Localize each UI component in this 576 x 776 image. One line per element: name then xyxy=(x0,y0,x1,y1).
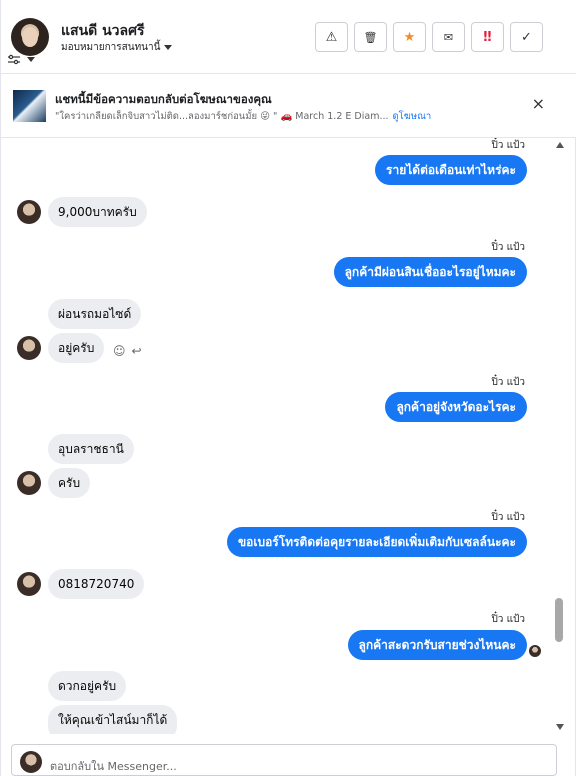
star-icon: ★ xyxy=(403,29,416,45)
priority-button[interactable]: ‼ xyxy=(471,22,504,52)
conversation-header: แสนดี นวลศรี มอบหมายการสนทนานี้ ⚠ 🗑 ★ ✉ … xyxy=(1,0,576,74)
ad-reply-banner: แชทนี้มีข้อความตอบกลับต่อโฆษณาของคุณ "ใค… xyxy=(1,74,576,138)
avatar[interactable] xyxy=(17,200,41,224)
view-ad-link[interactable]: ดูโฆษณา xyxy=(393,111,432,122)
scroll-down-icon[interactable] xyxy=(556,724,564,730)
warning-button[interactable]: ⚠ xyxy=(315,22,348,52)
conversation-panel: แสนดี นวลศรี มอบหมายการสนทนานี้ ⚠ 🗑 ★ ✉ … xyxy=(0,0,576,776)
assign-label: มอบหมายการสนทนานี้ xyxy=(61,42,161,53)
priority-icon: ‼ xyxy=(483,29,492,45)
avatar xyxy=(20,751,42,773)
sender-name: ปิ๋ว แป้ว xyxy=(491,140,525,151)
incoming-message[interactable]: ให้คุณเข้าไสน์มาก็ได้ xyxy=(48,705,178,734)
incoming-message[interactable]: 9,000บาทครับ xyxy=(48,197,147,227)
chevron-down-icon xyxy=(164,45,173,50)
mark-done-button[interactable]: ✓ xyxy=(510,22,543,52)
star-button[interactable]: ★ xyxy=(393,22,426,52)
contact-avatar[interactable] xyxy=(11,18,49,56)
message-thread: ปิ๋ว แป้ว รายได้ต่อเดือนเท่าไหร่คะ 9,000… xyxy=(1,138,567,734)
trash-icon: 🗑 xyxy=(363,30,378,44)
reply-input-placeholder[interactable]: ตอบกลับใน Messenger... xyxy=(50,757,177,775)
incoming-message[interactable]: อุบลราชธานี xyxy=(48,434,134,464)
close-icon[interactable]: × xyxy=(532,96,545,112)
outgoing-message[interactable]: รายได้ต่อเดือนเท่าไหร่คะ xyxy=(375,155,527,185)
header-actions: ⚠ 🗑 ★ ✉ ‼ ✓ xyxy=(315,22,543,52)
chevron-down-icon[interactable] xyxy=(27,57,35,62)
incoming-message[interactable]: 0818720740 xyxy=(48,569,145,599)
incoming-message[interactable]: ครับ xyxy=(48,468,91,498)
outgoing-message[interactable]: ลูกค้ามีผ่อนสินเชื่ออะไรอยู่ไหมคะ xyxy=(333,257,527,287)
outgoing-message[interactable]: ลูกค้าสะดวกรับสายช่วงไหนคะ xyxy=(347,630,527,660)
outgoing-message[interactable]: ลูกค้าอยู่จังหวัดอะไรคะ xyxy=(385,392,527,422)
sender-name: ปิ๋ว แป้ว xyxy=(491,377,525,388)
outgoing-message[interactable]: ขอเบอร์โทรติดต่อคุยรายละเอียดเพิ่มเติมกั… xyxy=(226,527,527,557)
avatar[interactable] xyxy=(17,471,41,495)
banner-title: แชทนี้มีข้อความตอบกลับต่อโฆษณาของคุณ xyxy=(55,92,272,106)
seen-avatar xyxy=(529,645,541,657)
incoming-message[interactable]: ดวกอยู่ครับ xyxy=(48,671,127,701)
incoming-message[interactable]: อยู่ครับ xyxy=(48,333,105,363)
ad-thumbnail[interactable] xyxy=(13,90,46,122)
reply-composer[interactable]: ตอบกลับใน Messenger... xyxy=(11,744,557,776)
ad-snippet-text: "ใครว่าเกลียดเล็กจิบสาวไม่ติด...ลองมาร์ช… xyxy=(55,111,389,122)
warning-icon: ⚠ xyxy=(325,29,338,45)
check-icon: ✓ xyxy=(521,29,532,45)
emoji-react-icon[interactable]: ☺ xyxy=(113,344,126,358)
message-actions: ☺ ↩ xyxy=(113,344,142,358)
message-scrollbar[interactable] xyxy=(553,138,565,734)
assign-conversation-dropdown[interactable]: มอบหมายการสนทนานี้ xyxy=(61,40,173,55)
contact-name[interactable]: แสนดี นวลศรี xyxy=(61,20,145,42)
sender-name: ปิ๋ว แป้ว xyxy=(491,242,525,253)
avatar[interactable] xyxy=(17,336,41,360)
filter-settings-icon[interactable] xyxy=(7,54,21,66)
scroll-up-icon[interactable] xyxy=(556,142,564,148)
scroll-thumb[interactable] xyxy=(555,598,563,642)
incoming-message[interactable]: ผ่อนรถมอไซด์ xyxy=(48,299,142,329)
sender-name: ปิ๋ว แป้ว xyxy=(491,614,525,625)
sender-name: ปิ๋ว แป้ว xyxy=(491,512,525,523)
mark-unread-button[interactable]: ✉ xyxy=(432,22,465,52)
reply-icon[interactable]: ↩ xyxy=(132,344,142,358)
envelope-open-icon: ✉ xyxy=(443,30,454,44)
banner-snippet: "ใครว่าเกลียดเล็กจิบสาวไม่ติด...ลองมาร์ช… xyxy=(55,109,431,124)
delete-button[interactable]: 🗑 xyxy=(354,22,387,52)
avatar[interactable] xyxy=(17,572,41,596)
